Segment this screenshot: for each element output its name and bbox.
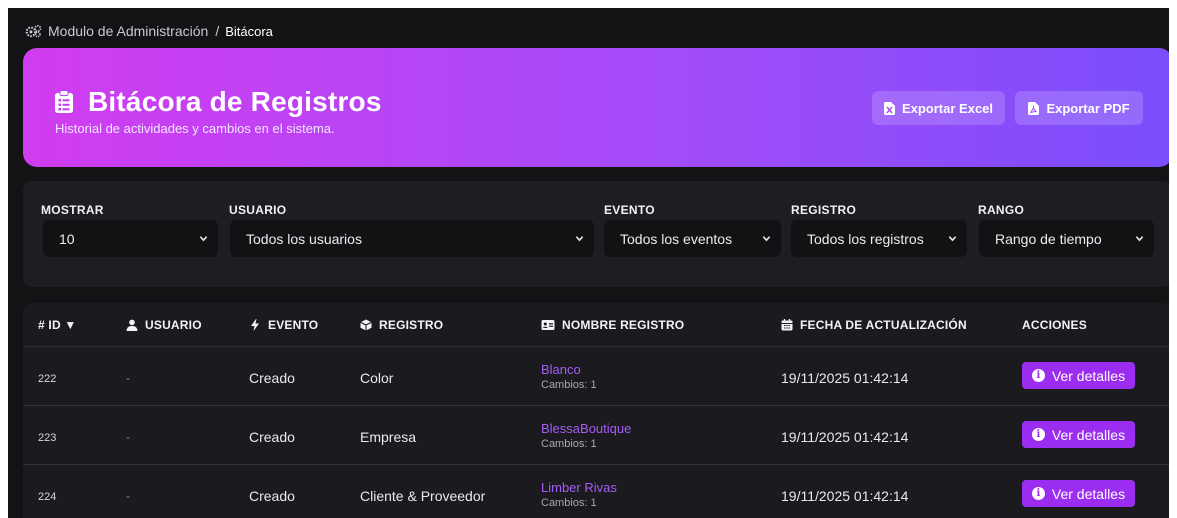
row-id: 224 — [38, 491, 57, 503]
mostrar-label: MOSTRAR — [41, 203, 104, 217]
chevron-down-icon — [575, 236, 584, 242]
app-window: Modulo de Administración / Bitácora Bitá… — [8, 8, 1169, 518]
breadcrumb-parent[interactable]: Modulo de Administración — [48, 23, 208, 39]
page-subtitle: Historial de actividades y cambios en el… — [55, 121, 335, 136]
usuario-select[interactable]: Todos los usuarios — [230, 220, 594, 257]
row-nombre-link[interactable]: Limber Rivas — [541, 480, 617, 495]
id-card-icon — [541, 320, 555, 330]
table-header: # ID ▼ USUARIO EVENTO REGISTRO NOMBRE RE… — [23, 303, 1169, 347]
evento-value: Todos los eventos — [620, 230, 733, 247]
file-pdf-icon — [1028, 101, 1040, 115]
view-details-label: Ver detalles — [1051, 367, 1126, 384]
evento-label: EVENTO — [604, 203, 655, 217]
export-pdf-button[interactable]: Exportar PDF — [1015, 91, 1143, 125]
column-header-evento-label: EVENTO — [268, 318, 319, 332]
row-nombre-link[interactable]: Blanco — [541, 362, 597, 377]
table-row: 224 - Creado Cliente & Proveedor Limber … — [23, 466, 1169, 518]
page-title-text: Bitácora de Registros — [88, 86, 382, 117]
usuario-value: Todos los usuarios — [246, 230, 362, 247]
mostrar-select[interactable]: 10 — [43, 220, 218, 257]
info-circle-icon: i — [1031, 487, 1045, 500]
column-header-nombre[interactable]: NOMBRE REGISTRO — [541, 318, 684, 332]
row-evento: Creado — [249, 370, 295, 386]
row-fecha: 19/11/2025 01:42:14 — [781, 370, 909, 386]
row-nombre: Blanco Cambios: 1 — [541, 362, 597, 391]
chevron-down-icon — [948, 236, 957, 242]
column-header-usuario-label: USUARIO — [145, 318, 202, 332]
box-icon — [360, 319, 372, 331]
row-registro: Cliente & Proveedor — [360, 488, 486, 504]
registro-select[interactable]: Todos los registros — [791, 220, 967, 257]
column-header-id[interactable]: # ID ▼ — [38, 318, 76, 332]
row-nombre: Limber Rivas Cambios: 1 — [541, 480, 617, 509]
calendar-icon — [781, 319, 793, 331]
clipboard-list-icon — [55, 90, 73, 113]
hero-banner: Bitácora de Registros Historial de activ… — [23, 48, 1169, 167]
table-row: 223 - Creado Empresa BlessaBoutique Camb… — [23, 407, 1169, 465]
row-evento: Creado — [249, 488, 295, 504]
file-excel-icon — [883, 101, 895, 115]
export-excel-label: Exportar Excel — [901, 100, 994, 116]
chevron-down-icon — [1135, 236, 1144, 242]
row-cambios: Cambios: 1 — [541, 379, 597, 391]
breadcrumb-separator: / — [215, 23, 220, 39]
usuario-label: USUARIO — [229, 203, 287, 217]
view-details-button[interactable]: i Ver detalles — [1022, 421, 1135, 448]
row-nombre: BlessaBoutique Cambios: 1 — [541, 421, 631, 450]
row-id: 222 — [38, 373, 57, 385]
gears-icon — [25, 24, 42, 38]
export-excel-button[interactable]: Exportar Excel — [872, 91, 1005, 125]
view-details-label: Ver detalles — [1051, 485, 1126, 502]
row-usuario: - — [126, 489, 130, 503]
view-details-label: Ver detalles — [1051, 426, 1126, 443]
row-fecha: 19/11/2025 01:42:14 — [781, 429, 909, 445]
column-header-registro[interactable]: REGISTRO — [360, 318, 443, 332]
column-header-fecha-label: FECHA DE ACTUALIZACIÓN — [800, 318, 967, 332]
breadcrumb-current: Bitácora — [225, 23, 273, 39]
info-circle-icon: i — [1031, 369, 1045, 382]
table-row: 222 - Creado Color Blanco Cambios: 1 19/… — [23, 348, 1169, 406]
chevron-down-icon — [199, 236, 208, 242]
row-nombre-link[interactable]: BlessaBoutique — [541, 421, 631, 436]
view-details-button[interactable]: i Ver detalles — [1022, 480, 1135, 507]
row-id: 223 — [38, 432, 57, 444]
breadcrumb: Modulo de Administración / Bitácora — [25, 22, 273, 40]
user-icon — [126, 319, 138, 331]
row-registro: Color — [360, 370, 394, 386]
row-fecha: 19/11/2025 01:42:14 — [781, 488, 909, 504]
page-title: Bitácora de Registros — [54, 86, 382, 118]
column-header-acciones: ACCIONES — [1022, 318, 1087, 332]
row-usuario: - — [126, 430, 130, 444]
mostrar-value: 10 — [59, 230, 75, 247]
registro-value: Todos los registros — [807, 230, 924, 247]
rango-label: RANGO — [978, 203, 1025, 217]
row-registro: Empresa — [360, 429, 417, 445]
row-usuario: - — [126, 371, 130, 385]
info-circle-icon: i — [1031, 428, 1045, 441]
log-table: # ID ▼ USUARIO EVENTO REGISTRO NOMBRE RE… — [23, 303, 1169, 518]
row-cambios: Cambios: 1 — [541, 438, 597, 450]
evento-select[interactable]: Todos los eventos — [604, 220, 781, 257]
view-details-button[interactable]: i Ver detalles — [1022, 362, 1135, 389]
column-header-evento[interactable]: EVENTO — [249, 318, 318, 332]
rango-select[interactable]: Rango de tiempo — [979, 220, 1154, 257]
rango-value: Rango de tiempo — [995, 230, 1102, 247]
row-cambios: Cambios: 1 — [541, 497, 597, 509]
bolt-icon — [251, 319, 259, 331]
column-header-nombre-label: NOMBRE REGISTRO — [562, 318, 685, 332]
row-evento: Creado — [249, 429, 295, 445]
export-pdf-label: Exportar PDF — [1046, 100, 1130, 116]
registro-label: REGISTRO — [791, 203, 857, 217]
chevron-down-icon — [762, 236, 771, 242]
column-header-registro-label: REGISTRO — [379, 318, 444, 332]
column-header-fecha[interactable]: FECHA DE ACTUALIZACIÓN — [781, 318, 967, 332]
filters-panel: MOSTRAR 10 USUARIO Todos los usuarios EV… — [23, 181, 1169, 287]
column-header-usuario[interactable]: USUARIO — [126, 318, 202, 332]
